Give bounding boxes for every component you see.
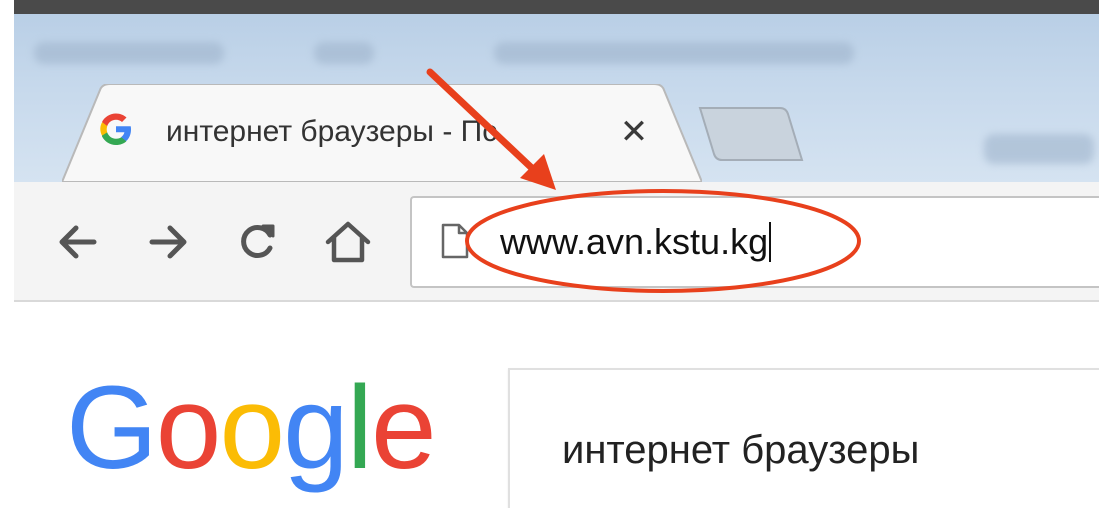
close-tab-icon[interactable]: ✕: [614, 112, 654, 152]
frame-left-edge: [0, 0, 14, 508]
blurred-bookmark: [34, 42, 224, 64]
browser-tab[interactable]: интернет браузеры - Пс ✕: [62, 84, 702, 182]
page-content: Google интернет браузеры: [14, 302, 1099, 508]
browser-toolbar: www.avn.kstu.kg: [14, 182, 1099, 302]
back-button[interactable]: [52, 216, 104, 268]
reload-button[interactable]: [232, 216, 284, 268]
logo-letter: l: [346, 362, 373, 494]
search-input[interactable]: интернет браузеры: [562, 422, 919, 478]
url-field[interactable]: www.avn.kstu.kg: [500, 216, 772, 268]
google-logo: Google: [66, 358, 437, 498]
tab-title-fade: [532, 112, 602, 152]
arrow-right-icon: [149, 225, 187, 259]
address-bar[interactable]: www.avn.kstu.kg: [410, 196, 1099, 288]
forward-button[interactable]: [142, 216, 194, 268]
logo-letter: o: [155, 362, 222, 494]
search-box[interactable]: интернет браузеры: [508, 368, 1099, 508]
new-tab-button[interactable]: [696, 104, 806, 164]
home-icon: [325, 221, 371, 263]
page-icon: [440, 222, 470, 265]
home-button[interactable]: [322, 216, 374, 268]
logo-letter: o: [219, 362, 285, 494]
logo-letter: g: [283, 362, 349, 494]
reload-icon: [241, 224, 275, 258]
logo-letter: e: [370, 362, 437, 494]
url-text: www.avn.kstu.kg: [500, 221, 769, 262]
blurred-bookmark: [984, 134, 1094, 164]
google-favicon-icon: [98, 111, 138, 151]
window-top-border: [0, 0, 1099, 14]
logo-letter: G: [66, 362, 158, 494]
blurred-bookmark: [314, 42, 374, 64]
screenshot-frame: интернет браузеры - Пс ✕ www.avn.kstu.kg…: [0, 0, 1099, 508]
arrow-left-icon: [59, 225, 97, 259]
text-caret: [769, 222, 772, 262]
blurred-bookmark: [494, 42, 854, 64]
